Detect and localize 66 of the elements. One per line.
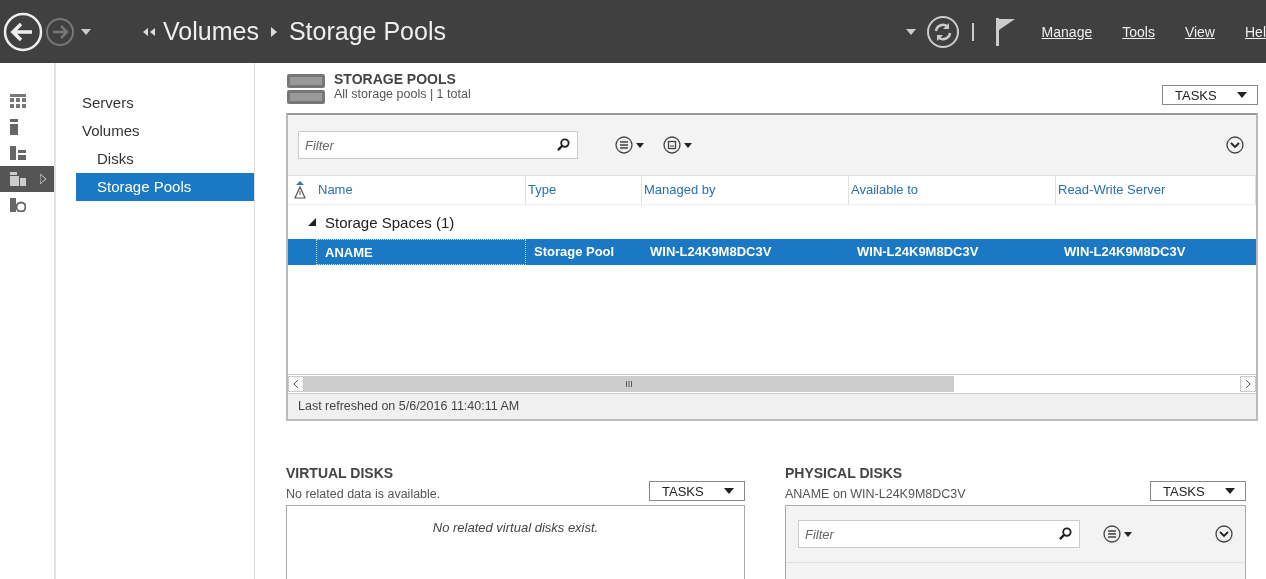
menu-item[interactable]: Manage: [1041, 23, 1093, 40]
column-header[interactable]: Read-Write Server: [1056, 176, 1256, 204]
column-header[interactable]: Available to: [849, 176, 1056, 204]
menu-item[interactable]: View: [1184, 23, 1215, 40]
expand-chevron-icon[interactable]: [1215, 525, 1233, 543]
table-cell-text: WIN-L24K9M8DC3V: [1063, 243, 1187, 261]
table-cell-text: Storage Pool: [533, 243, 616, 261]
section-title: PHYSICAL DISKS: [785, 465, 904, 481]
filter-field[interactable]: Filter: [798, 520, 1080, 548]
nav-item[interactable]: Disks: [76, 145, 254, 173]
table-cell: ANAME: [316, 239, 526, 265]
warning-sort-icon[interactable]: [294, 181, 306, 199]
section-subtitle: All storage pools | 1 total: [334, 87, 471, 101]
section-title: STORAGE POOLS: [334, 71, 457, 87]
storage-drives-icon: [286, 73, 326, 105]
group-header[interactable]: Storage Spaces (1): [325, 213, 455, 231]
flag-icon[interactable]: [993, 17, 1016, 46]
dropdown-caret-icon: [1225, 488, 1235, 494]
dropdown-caret-icon[interactable]: [905, 28, 916, 35]
section-subtitle: No related data is available.: [286, 487, 441, 501]
dropdown-caret-icon: [1237, 92, 1247, 98]
dropdown-caret-icon: [724, 488, 734, 494]
list-view-button[interactable]: [614, 135, 644, 155]
nav-item[interactable]: Volumes: [76, 117, 254, 145]
server-icon: [10, 119, 18, 135]
right-chevron-icon: [1245, 379, 1251, 389]
breadcrumb-item[interactable]: Volumes: [163, 17, 259, 46]
search-icon: [1059, 527, 1072, 540]
left-chevron-icon: [293, 379, 299, 389]
status-text: Last refreshed on 5/6/2016 11:40:11 AM: [288, 394, 1256, 419]
dashboard-icon: [10, 94, 26, 108]
table-row[interactable]: ANAME Storage Pool WIN-L24K9M8DC3V WIN-L24K9M8DC3V WIN-L24K9M8DC3V: [288, 239, 1256, 265]
tasks-dropdown[interactable]: TASKS: [1150, 481, 1246, 501]
menu-item[interactable]: Tools: [1122, 23, 1155, 40]
file-storage-icon: [10, 172, 26, 186]
tasks-dropdown[interactable]: TASKS: [649, 481, 745, 501]
column-header[interactable]: Managed by: [642, 176, 849, 204]
breadcrumb-item[interactable]: Storage Pools: [288, 17, 446, 46]
nav-item[interactable]: Storage Pools: [76, 173, 254, 201]
double-chevron-icon[interactable]: [143, 27, 155, 36]
expand-triangle-icon: [40, 174, 46, 184]
empty-message: No related virtual disks exist.: [431, 520, 600, 535]
section-subtitle: ANAME on WIN-L24K9M8DC3V: [785, 487, 966, 501]
list-view-button[interactable]: [1102, 524, 1132, 544]
nav-item[interactable]: Servers: [76, 89, 254, 117]
tasks-dropdown[interactable]: TASKS: [1162, 85, 1258, 105]
filter-field[interactable]: Filter: [298, 131, 578, 159]
search-icon: [557, 138, 570, 151]
save-query-button[interactable]: [662, 135, 692, 155]
collapse-triangle-icon[interactable]: [308, 218, 316, 226]
dropdown-caret-icon[interactable]: [81, 28, 91, 35]
menu-item[interactable]: Hel: [1245, 23, 1266, 40]
server-clock-icon: [10, 198, 26, 212]
column-header[interactable]: Name: [316, 176, 526, 204]
rail-item[interactable]: [0, 166, 54, 192]
expand-chevron-icon[interactable]: [1226, 136, 1244, 154]
breadcrumb-separator-icon: [270, 26, 277, 37]
column-header[interactable]: Type: [526, 176, 642, 204]
servers-icon: [10, 146, 26, 160]
scroll-left-button[interactable]: [288, 376, 304, 392]
scroll-right-button[interactable]: [1240, 376, 1256, 392]
section-title: VIRTUAL DISKS: [286, 465, 395, 481]
refresh-icon[interactable]: [925, 14, 960, 49]
table-cell-text: WIN-L24K9M8DC3V: [649, 243, 773, 261]
table-cell-text: WIN-L24K9M8DC3V: [856, 243, 980, 261]
scrollbar-thumb[interactable]: III: [304, 376, 954, 392]
